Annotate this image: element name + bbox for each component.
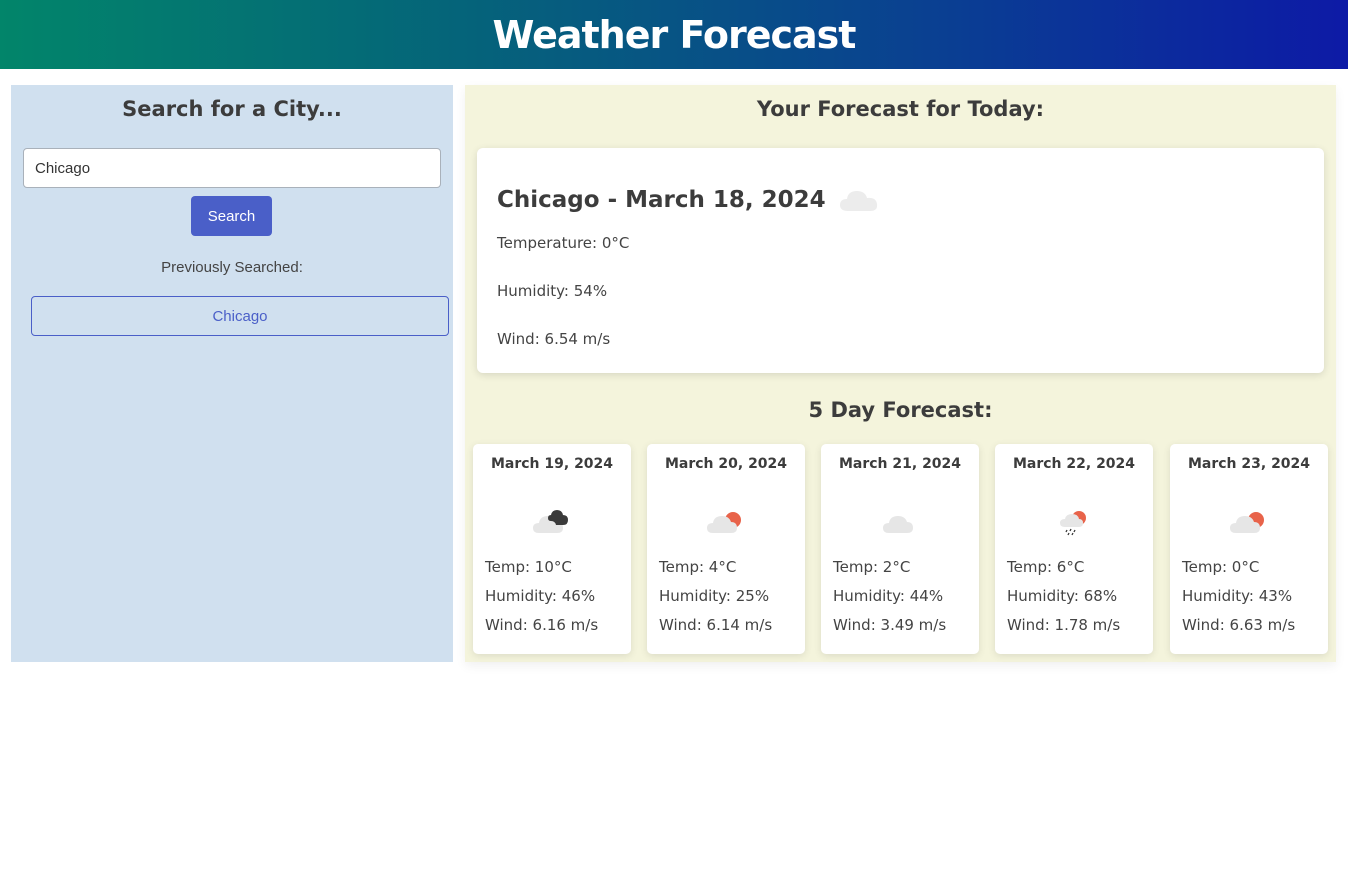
today-card: Chicago - March 18, 2024 Temperature: 0°…	[477, 148, 1324, 373]
cloud-icon	[879, 507, 921, 537]
day-temp: Temp: 10°C	[485, 558, 572, 576]
day-date: March 19, 2024	[490, 456, 614, 472]
day-temp: Temp: 2°C	[833, 558, 911, 576]
previously-searched-label: Previously Searched:	[161, 259, 303, 276]
today-heading: Your Forecast for Today:	[756, 97, 1045, 121]
day-wind: Wind: 3.49 m/s	[833, 616, 947, 634]
day-date: March 23, 2024	[1187, 456, 1311, 472]
forecast-day-card: March 20, 2024 Temp: 4°C Humidity: 25% W…	[647, 444, 805, 654]
day-humidity: Humidity: 44%	[833, 587, 944, 605]
today-wind: Wind: 6.54 m/s	[497, 330, 611, 348]
search-panel: Search for a City... Search Previously S…	[11, 85, 453, 662]
day-wind: Wind: 6.14 m/s	[659, 616, 773, 634]
today-title: Chicago - March 18, 2024	[497, 187, 826, 213]
day-humidity: Humidity: 46%	[485, 587, 596, 605]
forecast-day-card: March 21, 2024 Temp: 2°C Humidity: 44% W…	[821, 444, 979, 654]
day-date: March 22, 2024	[1012, 456, 1136, 472]
day-temp: Temp: 6°C	[1007, 558, 1085, 576]
day-humidity: Humidity: 25%	[659, 587, 770, 605]
day-humidity: Humidity: 68%	[1007, 587, 1118, 605]
day-temp: Temp: 4°C	[659, 558, 737, 576]
history-item-chicago[interactable]: Chicago	[31, 296, 449, 336]
day-temp: Temp: 0°C	[1182, 558, 1260, 576]
page-title: Weather Forecast	[492, 12, 857, 57]
forecast-day-card: March 19, 2024 Temp: 10°C Humidity: 46% …	[473, 444, 631, 654]
forecast-panel: Your Forecast for Today: Chicago - March…	[465, 85, 1336, 662]
today-title-row: Chicago - March 18, 2024	[497, 186, 880, 214]
five-day-heading: 5 Day Forecast:	[808, 398, 993, 422]
search-button[interactable]: Search	[191, 196, 272, 236]
page-header: Weather Forecast	[0, 0, 1348, 69]
rain-sun-icon	[1053, 507, 1095, 537]
partly-cloudy-icon	[705, 507, 747, 537]
today-humidity: Humidity: 54%	[497, 282, 608, 300]
search-title: Search for a City...	[122, 97, 342, 121]
partly-cloudy-icon	[1228, 507, 1270, 537]
forecast-day-card: March 23, 2024 Temp: 0°C Humidity: 43% W…	[1170, 444, 1328, 654]
today-temperature: Temperature: 0°C	[497, 234, 630, 252]
cloud-icon	[838, 186, 880, 214]
city-search-input[interactable]	[23, 148, 441, 188]
forecast-day-card: March 22, 2024 Temp: 6°C Humidity: 68% W…	[995, 444, 1153, 654]
day-date: March 20, 2024	[664, 456, 788, 472]
day-wind: Wind: 1.78 m/s	[1007, 616, 1121, 634]
day-wind: Wind: 6.63 m/s	[1182, 616, 1296, 634]
day-wind: Wind: 6.16 m/s	[485, 616, 599, 634]
day-humidity: Humidity: 43%	[1182, 587, 1293, 605]
day-date: March 21, 2024	[838, 456, 962, 472]
broken-clouds-icon	[531, 507, 573, 537]
